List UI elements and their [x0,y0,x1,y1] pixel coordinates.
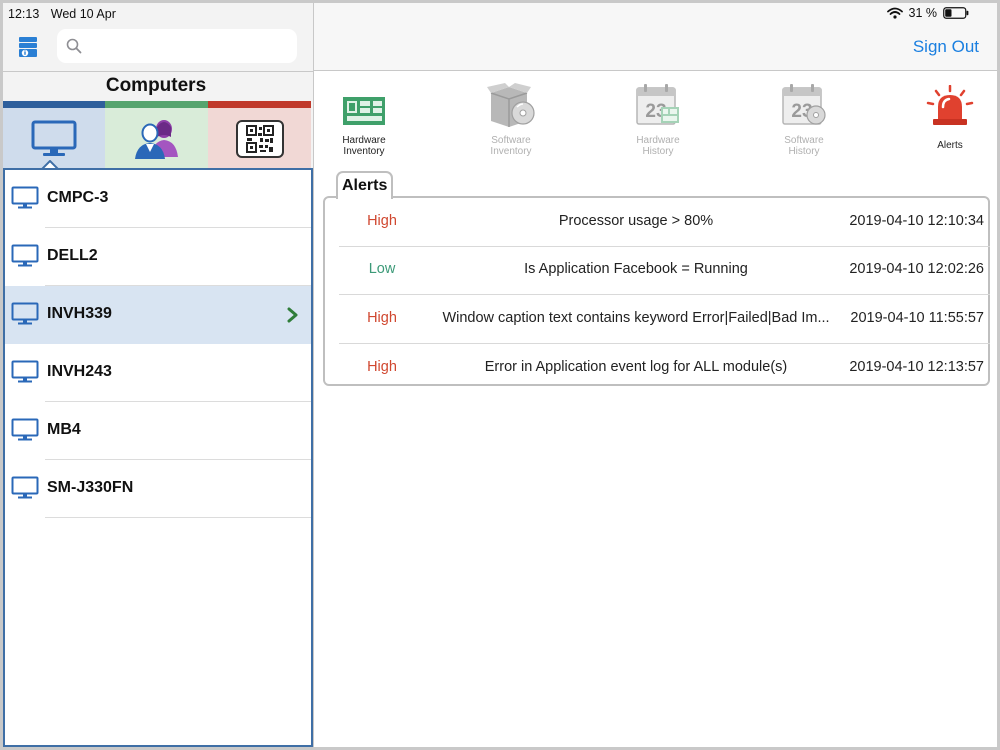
table-row[interactable]: Low Is Application Facebook = Running 20… [339,246,990,295]
toolbar-label: Hardware [342,135,386,146]
wifi-icon [886,7,903,19]
tab-indicator-red [208,101,311,108]
qr-code-icon [235,120,284,158]
alert-message: Is Application Facebook = Running [524,261,748,277]
app-window: 12:13 Wed 10 Apr Computers CMPC-3 DELL2 … [3,3,997,747]
calendar-software-icon: 23 [782,84,826,125]
server-info-icon[interactable] [17,35,39,59]
monitor-icon [11,244,39,267]
search-icon [66,38,82,54]
divider [45,517,311,518]
alert-message: Processor usage > 80% [558,213,714,229]
alert-timestamp: 2019-04-10 12:10:34 [849,213,984,229]
toolbar-label: Hardware [636,135,680,146]
header-bar: 31 % Sign Out [314,3,997,71]
calendar-hardware-icon: 23 [636,84,679,125]
severity-label: High [367,359,397,375]
status-bar-left: 12:13 Wed 10 Apr [8,7,116,21]
computer-list: CMPC-3 DELL2 INVH339 INVH243 MB4 SM-J330… [3,168,313,747]
tab-qr-code[interactable] [208,108,311,170]
alert-message: Window caption text contains keyword Err… [442,310,830,326]
sign-out-button[interactable]: Sign Out [913,37,979,57]
toolbar-software-history[interactable]: 23 Software History [756,81,852,157]
left-panel: 12:13 Wed 10 Apr Computers CMPC-3 DELL2 … [3,3,313,747]
monitor-icon [11,302,39,325]
toolbar-software-inventory[interactable]: Software Inventory [463,81,559,157]
monitor-icon [11,476,39,499]
computer-name: INVH243 [47,363,112,380]
toolbar-label: Inventory [490,146,532,157]
severity-label: High [367,213,397,229]
search-box[interactable] [57,29,297,63]
severity-label: High [367,310,397,326]
toolbar-hardware-history[interactable]: 23 Hardware History [610,81,706,157]
toolbar-label: Software [784,135,824,146]
siren-icon [926,85,974,125]
list-item[interactable]: DELL2 [5,228,311,286]
tab-indicator-blue [3,101,105,108]
severity-label: Low [368,261,396,277]
computer-name: CMPC-3 [47,189,109,206]
list-item[interactable]: CMPC-3 [5,170,311,228]
search-input[interactable] [87,35,287,57]
divider [3,71,313,72]
status-time: 12:13 [8,7,40,21]
tab-indicator-green [105,101,208,108]
monitor-icon [11,418,39,441]
list-item[interactable]: SM-J330FN [5,460,311,518]
software-box-icon [487,83,535,127]
alert-timestamp: 2019-04-10 11:55:57 [850,310,984,326]
monitor-icon [31,120,77,156]
hardware-board-icon [343,97,385,125]
table-row[interactable]: High Error in Application event log for … [339,344,990,393]
status-bar-right: 31 % [886,6,970,20]
toolbar-alerts[interactable]: Alerts [902,81,997,151]
alerts-table: High Processor usage > 80% 2019-04-10 12… [323,196,990,386]
list-item-selected[interactable]: INVH339 [5,286,311,344]
list-item[interactable]: INVH243 [5,344,311,402]
toolbar-label: History [642,146,674,157]
monitor-icon [11,360,39,383]
computer-name: DELL2 [47,247,98,264]
right-panel: 31 % Sign Out Hardware Inventory Softwar… [314,3,997,747]
toolbar-label: History [788,146,820,157]
alert-timestamp: 2019-04-10 12:02:26 [849,261,984,277]
table-row[interactable]: High Window caption text contains keywor… [339,295,990,344]
toolbar-label: Software [491,135,531,146]
tab-users[interactable] [105,108,208,170]
monitor-icon [11,186,39,209]
panel-title: Computers [105,75,207,96]
computer-name: MB4 [47,421,81,438]
users-icon [134,120,178,159]
toolbar-label: Inventory [343,146,385,157]
status-date: Wed 10 Apr [50,7,116,21]
chevron-right-icon [287,307,298,323]
battery-percentage: 31 % [908,6,938,20]
alert-message: Error in Application event log for ALL m… [484,359,788,375]
battery-icon [943,7,969,19]
alerts-tab[interactable]: Alerts [336,171,394,199]
alert-timestamp: 2019-04-10 12:13:57 [849,359,984,375]
computer-name: SM-J330FN [47,479,134,496]
computer-name: INVH339 [47,305,112,322]
toolbar-hardware-inventory[interactable]: Hardware Inventory [316,81,412,157]
list-item[interactable]: MB4 [5,402,311,460]
toolbar-label: Alerts [937,140,963,151]
table-row[interactable]: High Processor usage > 80% 2019-04-10 12… [339,198,990,247]
